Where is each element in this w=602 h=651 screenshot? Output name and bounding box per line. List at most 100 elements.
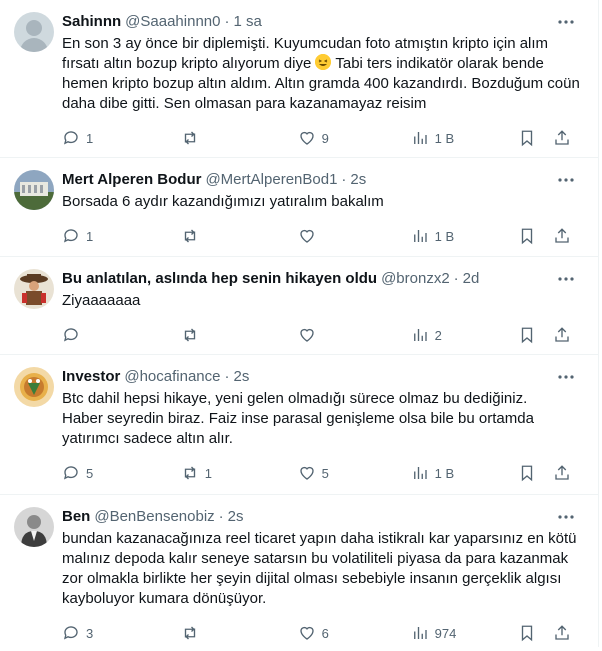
- more-options-icon[interactable]: [556, 12, 576, 32]
- bookmark-icon: [521, 465, 532, 482]
- views-chart-icon: [413, 132, 427, 144]
- views-chart-icon: [413, 627, 427, 639]
- like-count: 9: [321, 130, 329, 146]
- views-button[interactable]: 974: [411, 624, 518, 642]
- timestamp[interactable]: 1 sa: [233, 12, 261, 32]
- views-button[interactable]: 2: [411, 326, 518, 344]
- share-button[interactable]: [553, 227, 582, 245]
- more-options-icon[interactable]: [556, 507, 576, 527]
- reply-icon: [63, 131, 78, 145]
- tweet-text: Ziyaaaaaaa: [62, 292, 141, 309]
- timestamp[interactable]: 2s: [350, 170, 366, 190]
- like-button[interactable]: 6: [298, 624, 411, 642]
- reply-icon: [63, 328, 78, 342]
- separator-dot: ·: [218, 508, 224, 525]
- retweet-button[interactable]: [181, 624, 298, 642]
- avatar[interactable]: [14, 12, 54, 52]
- view-count: 1 B: [434, 465, 455, 481]
- views-button[interactable]: 1 B: [411, 129, 518, 147]
- views-button[interactable]: 1 B: [411, 464, 518, 482]
- tweet-text: Btc dahil hepsi hikaye, yeni gelen olmad…: [62, 390, 534, 447]
- share-icon: [555, 327, 569, 342]
- retweet-icon: [184, 466, 195, 480]
- views-chart-icon: [413, 329, 427, 341]
- reply-tweet[interactable]: Mert Alperen Bodur @MertAlperenBod1 · 2s…: [0, 158, 598, 257]
- tweet-header: Ben @BenBensenobiz · 2s: [62, 507, 582, 527]
- user-handle[interactable]: @bronzx2: [381, 269, 450, 289]
- more-options-icon[interactable]: [556, 269, 576, 289]
- display-name[interactable]: Ben: [62, 507, 90, 527]
- action-bar: 5 1 5 1 B: [62, 455, 582, 491]
- tweet-text: Borsada 6 aydır kazandığımızı yatıralım …: [62, 193, 384, 210]
- bookmark-button[interactable]: [518, 464, 553, 482]
- reply-button[interactable]: 1: [62, 227, 181, 245]
- user-handle[interactable]: @BenBensenobiz: [94, 507, 214, 527]
- bookmark-button[interactable]: [518, 227, 553, 245]
- separator-dot: ·: [224, 368, 230, 385]
- timestamp[interactable]: 2s: [228, 507, 244, 527]
- view-count: 974: [434, 625, 457, 641]
- reply-tweet[interactable]: Investor @hocafinance · 2s Btc dahil hep…: [0, 355, 598, 495]
- reply-tweet[interactable]: Bu anlatılan, aslında hep senin hikayen …: [0, 257, 598, 355]
- heart-icon: [299, 131, 314, 145]
- share-button[interactable]: [553, 129, 582, 147]
- reply-icon: [63, 466, 78, 480]
- more-options-icon[interactable]: [556, 170, 576, 190]
- reply-tweet[interactable]: Ben @BenBensenobiz · 2s bundan kazanacağ…: [0, 495, 598, 647]
- laughing-face-icon: [315, 54, 332, 70]
- avatar[interactable]: [14, 507, 54, 547]
- heart-icon: [299, 328, 314, 342]
- tweet-header: Bu anlatılan, aslında hep senin hikayen …: [62, 269, 582, 289]
- bookmark-button[interactable]: [518, 624, 553, 642]
- reply-button[interactable]: [62, 326, 181, 344]
- display-name[interactable]: Bu anlatılan, aslında hep senin hikayen …: [62, 269, 377, 289]
- retweet-button[interactable]: 1: [181, 464, 298, 482]
- like-count: 6: [321, 625, 329, 641]
- like-button[interactable]: 9: [298, 129, 411, 147]
- reply-button[interactable]: 5: [62, 464, 181, 482]
- retweet-count: 1: [204, 465, 213, 481]
- retweet-icon: [184, 229, 195, 243]
- timestamp[interactable]: 2s: [233, 367, 249, 387]
- display-name[interactable]: Mert Alperen Bodur: [62, 170, 201, 190]
- user-handle[interactable]: @hocafinance: [124, 367, 220, 387]
- reply-button[interactable]: 3: [62, 624, 181, 642]
- display-name[interactable]: Investor: [62, 367, 120, 387]
- share-button[interactable]: [553, 464, 582, 482]
- bookmark-icon: [521, 130, 532, 147]
- reply-count: 3: [86, 625, 94, 641]
- user-handle[interactable]: @MertAlperenBod1: [205, 170, 337, 190]
- like-button[interactable]: 5: [298, 464, 411, 482]
- heart-icon: [299, 466, 314, 480]
- share-button[interactable]: [553, 326, 582, 344]
- retweet-button[interactable]: [181, 227, 298, 245]
- share-button[interactable]: [553, 624, 582, 642]
- reply-count: 1: [86, 228, 94, 244]
- bookmark-icon: [521, 625, 532, 642]
- retweet-button[interactable]: [181, 129, 298, 147]
- like-button[interactable]: [298, 326, 411, 344]
- user-handle[interactable]: @Saaahinnn0: [125, 12, 220, 32]
- view-count: 2: [434, 327, 442, 343]
- like-button[interactable]: [298, 227, 411, 245]
- tweet-header: Sahinnn @Saaahinnn0 · 1 sa: [62, 12, 582, 32]
- reply-tweet[interactable]: Sahinnn @Saaahinnn0 · 1 sa En son 3 ay ö…: [0, 0, 598, 158]
- retweet-button[interactable]: [181, 326, 298, 344]
- avatar[interactable]: [14, 170, 54, 210]
- action-bar: 2: [62, 317, 582, 353]
- reply-button[interactable]: 1: [62, 129, 181, 147]
- display-name[interactable]: Sahinnn: [62, 12, 121, 32]
- share-icon: [555, 625, 569, 640]
- heart-icon: [299, 626, 314, 640]
- bookmark-button[interactable]: [518, 326, 553, 344]
- view-count: 1 B: [434, 228, 455, 244]
- share-icon: [555, 130, 569, 145]
- avatar[interactable]: [14, 367, 54, 407]
- view-count: 1 B: [434, 130, 455, 146]
- more-options-icon[interactable]: [556, 367, 576, 387]
- timestamp[interactable]: 2d: [463, 269, 480, 289]
- views-chart-icon: [413, 467, 427, 479]
- avatar[interactable]: [14, 269, 54, 309]
- views-button[interactable]: 1 B: [411, 227, 518, 245]
- bookmark-button[interactable]: [518, 129, 553, 147]
